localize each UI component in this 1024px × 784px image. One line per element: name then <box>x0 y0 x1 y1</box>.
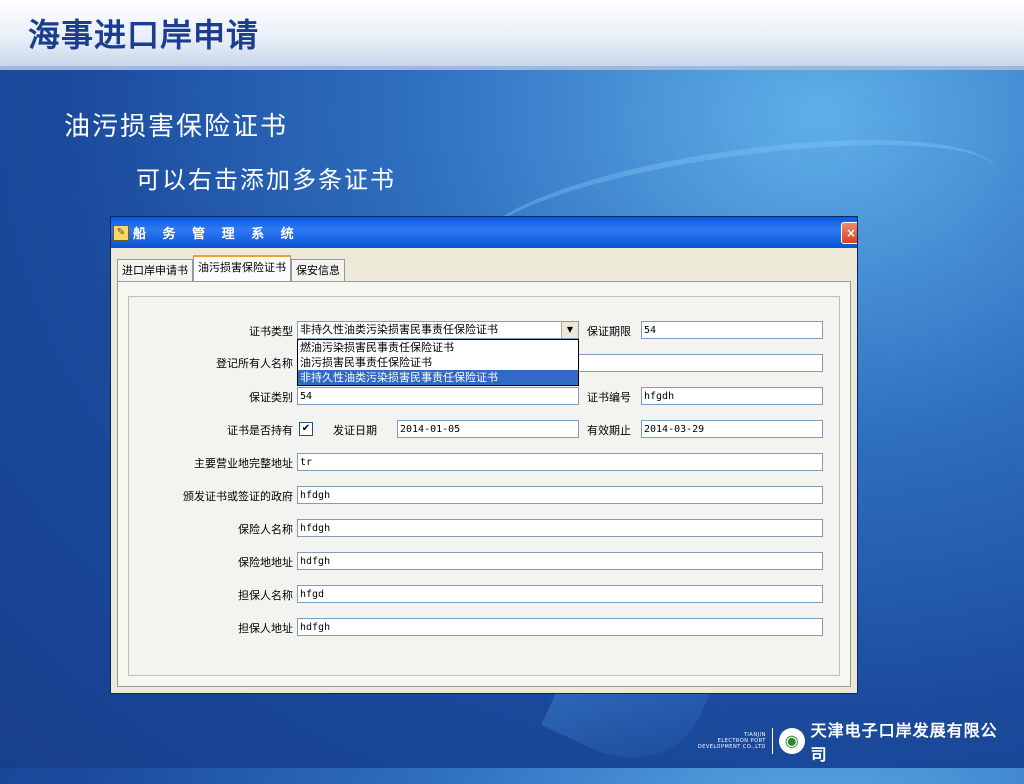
section-subheading: 可以右击添加多条证书 <box>136 166 396 194</box>
cert-type-select[interactable]: 非持久性油类污染损害民事责任保险证书 ▼ <box>297 321 579 339</box>
guarantee-period-label: 保证期限 <box>587 325 631 338</box>
insurer-address-label: 保险地地址 <box>238 556 293 569</box>
issuing-gov-label: 颁发证书或签证的政府 <box>183 490 293 503</box>
guarantee-type-label: 保证类别 <box>249 391 293 404</box>
guarantee-period-field[interactable]: 54 <box>641 321 823 339</box>
logo-divider <box>771 728 773 754</box>
tab-security-info[interactable]: 保安信息 <box>291 259 345 282</box>
close-icon: × <box>845 226 857 240</box>
insurer-name-label: 保险人名称 <box>238 523 293 536</box>
company-logo: TIANJIN ELECTRON PORT DEVELOPMENT CO.,LT… <box>694 721 1014 764</box>
tab-panel: 证书类型 非持久性油类污染损害民事责任保险证书 ▼ 保证期限 54 登记所有人名… <box>117 281 851 687</box>
expiry-field[interactable]: 2014-03-29 <box>641 420 823 438</box>
slide-header: 海事进口岸申请 <box>0 0 1024 70</box>
cert-no-label: 证书编号 <box>587 391 631 404</box>
expiry-label: 有效期止 <box>587 424 631 437</box>
window-title: 船 务 管 理 系 统 <box>133 227 300 242</box>
close-button[interactable]: × <box>841 222 857 244</box>
insurer-name-field[interactable]: hfdgh <box>297 519 823 537</box>
cert-type-selected: 非持久性油类污染损害民事责任保险证书 <box>300 323 498 336</box>
insurer-address-field[interactable]: hdfgh <box>297 552 823 570</box>
app-icon: ✎ <box>113 224 129 241</box>
app-window: ✎ 船 务 管 理 系 统 × 进口岸申请书 油污损害保险证书 保安信息 证书类… <box>110 216 858 694</box>
issue-date-field[interactable]: 2014-01-05 <box>397 420 579 438</box>
cert-type-label: 证书类型 <box>249 325 293 338</box>
issuing-gov-field[interactable]: hfdgh <box>297 486 823 504</box>
cert-type-dropdown: 燃油污染损害民事责任保险证书 油污损害民事责任保险证书 非持久性油类污染损害民事… <box>297 339 579 386</box>
cert-type-option[interactable]: 油污损害民事责任保险证书 <box>298 355 578 370</box>
certificate-form: 证书类型 非持久性油类污染损害民事责任保险证书 ▼ 保证期限 54 登记所有人名… <box>128 296 840 676</box>
window-titlebar[interactable]: ✎ 船 务 管 理 系 统 × <box>111 217 857 248</box>
business-address-field[interactable]: tr <box>297 453 823 471</box>
guarantor-address-field[interactable]: hdfgh <box>297 618 823 636</box>
cert-no-field[interactable]: hfgdh <box>641 387 823 405</box>
tab-import-application[interactable]: 进口岸申请书 <box>117 259 193 282</box>
company-emblem-icon: ◉ <box>778 728 805 754</box>
guarantor-name-label: 担保人名称 <box>238 589 293 602</box>
slide-title: 海事进口岸申请 <box>28 16 260 54</box>
holds-cert-label: 证书是否持有 <box>227 424 293 437</box>
chevron-down-icon[interactable]: ▼ <box>561 322 578 338</box>
section-heading: 油污损害保险证书 <box>64 112 289 142</box>
issue-date-label: 发证日期 <box>333 424 377 437</box>
company-en-line-3: DEVELOPMENT CO.,LTD <box>697 744 766 750</box>
guarantor-name-field[interactable]: hfgd <box>297 585 823 603</box>
guarantee-type-field[interactable]: 54 <box>297 387 579 405</box>
guarantor-address-label: 担保人地址 <box>238 622 293 635</box>
tab-strip: 进口岸申请书 油污损害保险证书 保安信息 <box>117 255 345 283</box>
company-english-name: TIANJIN ELECTRON PORT DEVELOPMENT CO.,LT… <box>694 732 766 750</box>
tab-oil-pollution-certificate[interactable]: 油污损害保险证书 <box>193 255 291 283</box>
business-address-label: 主要营业地完整地址 <box>194 457 293 470</box>
cert-type-option[interactable]: 燃油污染损害民事责任保险证书 <box>298 340 578 355</box>
company-chinese-name: 天津电子口岸发展有限公司 <box>810 721 998 764</box>
cert-type-option-selected[interactable]: 非持久性油类污染损害民事责任保险证书 <box>298 370 578 385</box>
holds-cert-checkbox[interactable]: ✔ <box>299 422 313 436</box>
owner-name-label: 登记所有人名称 <box>216 357 293 370</box>
